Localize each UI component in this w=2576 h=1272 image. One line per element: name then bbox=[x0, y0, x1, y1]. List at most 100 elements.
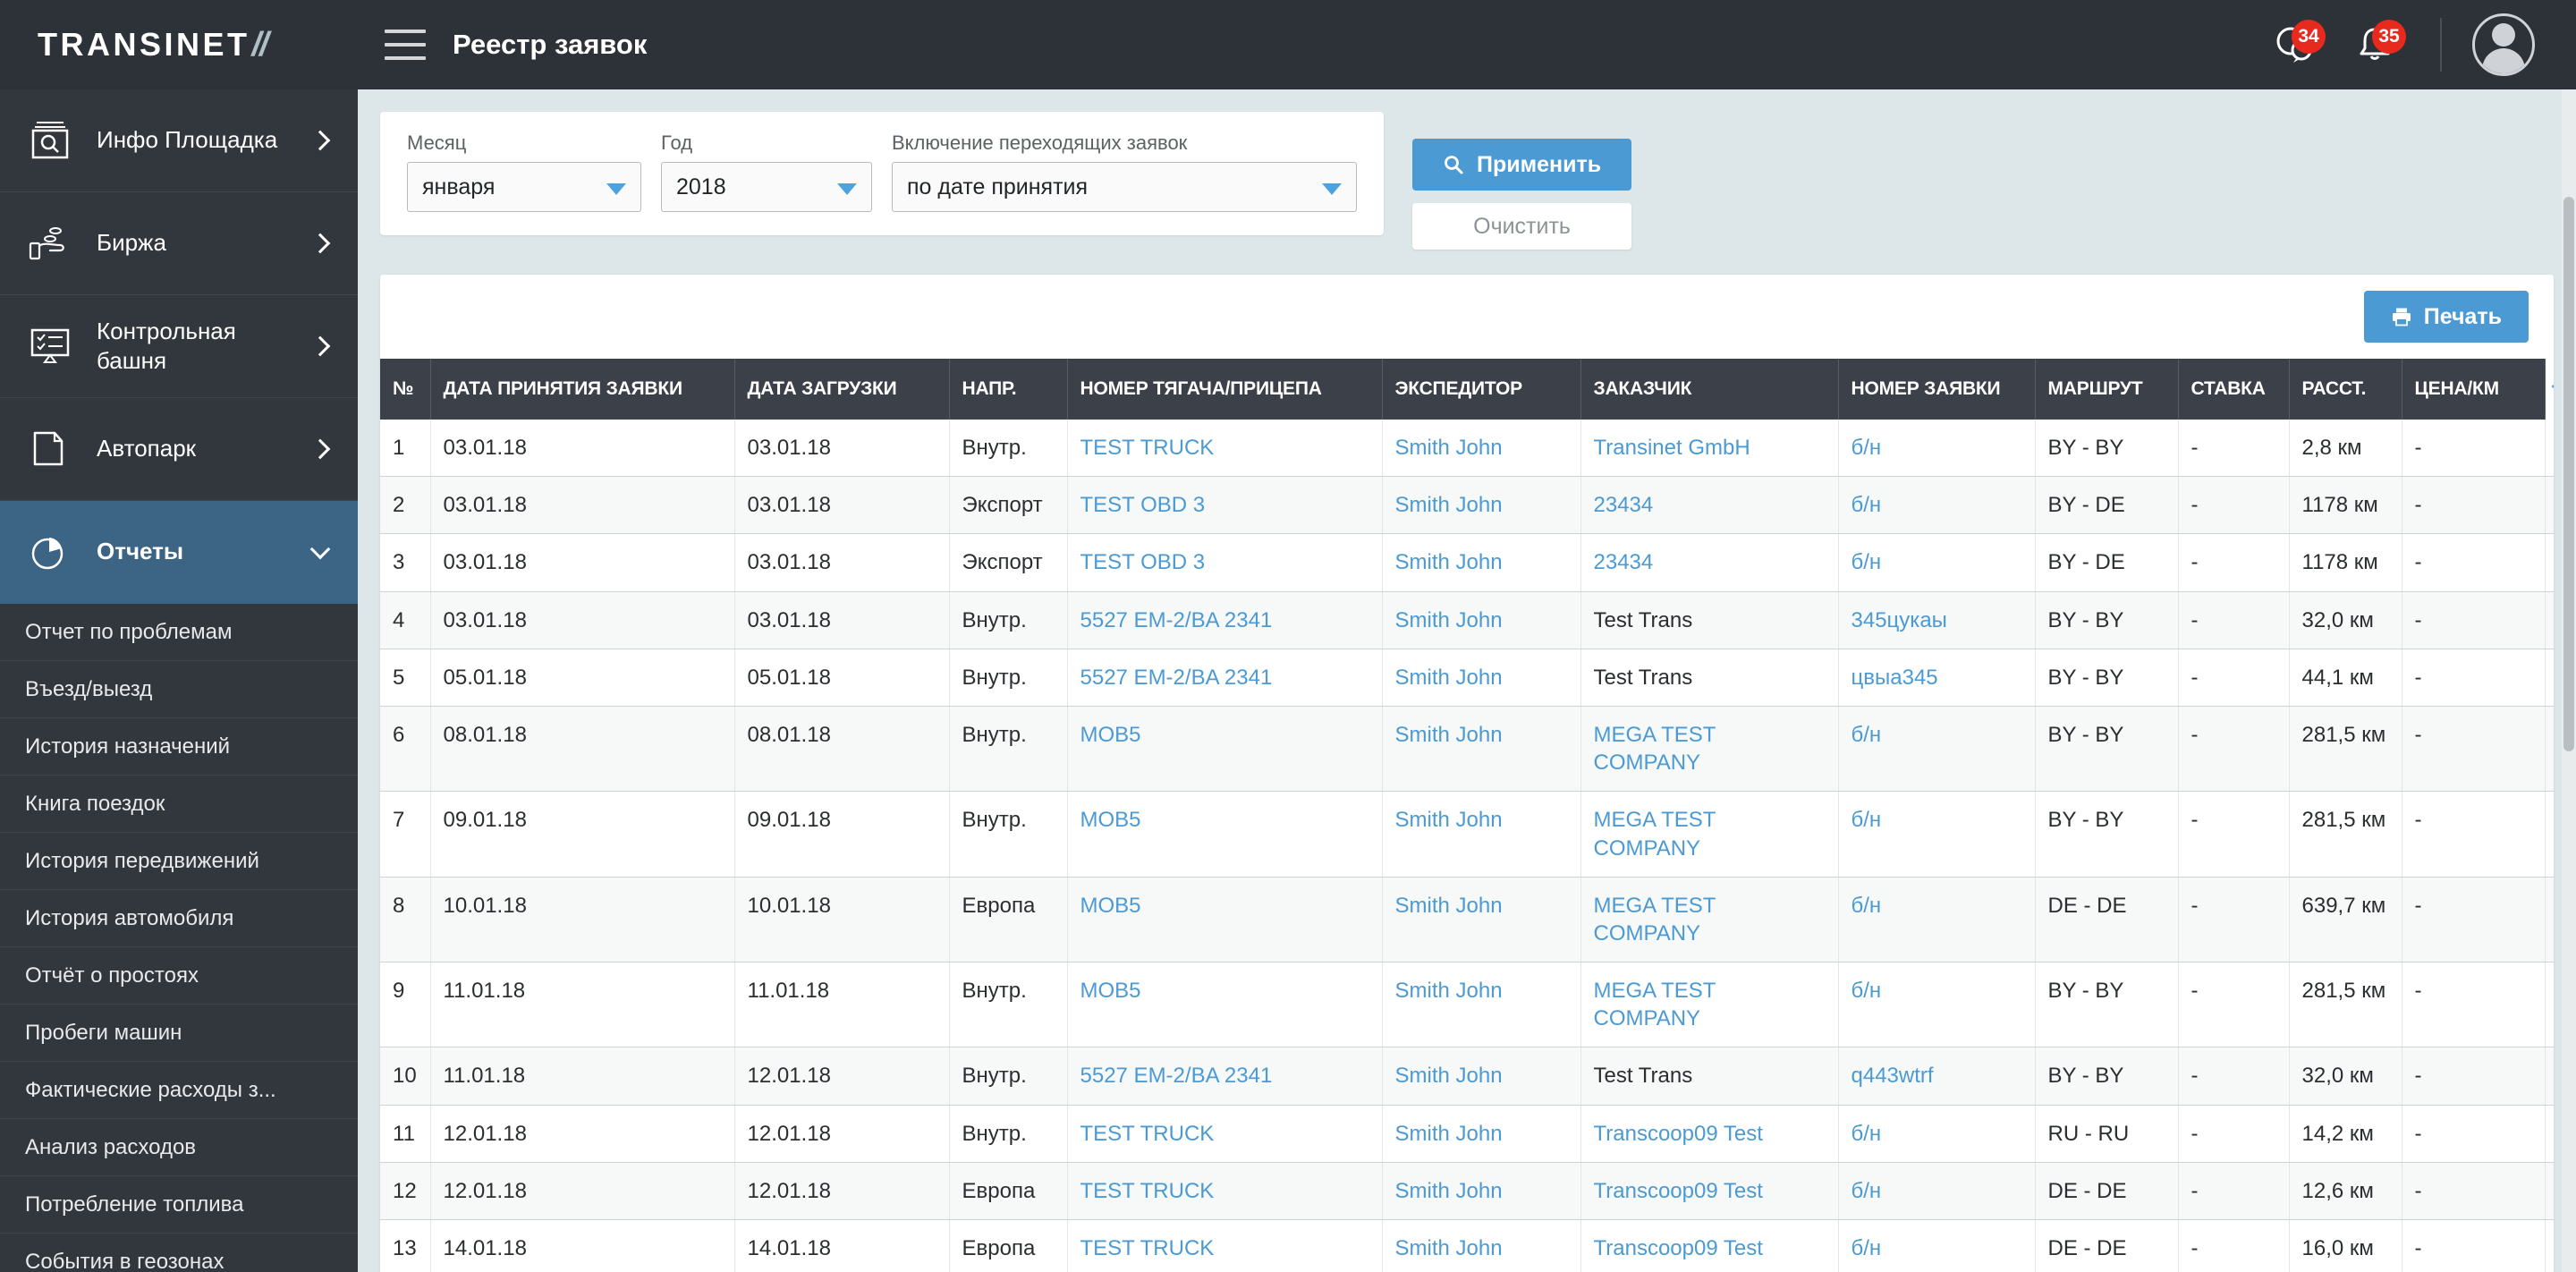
sidebar-subitem-analiz-rashodov[interactable]: Анализ расходов bbox=[0, 1119, 358, 1176]
cell-truck-number-link[interactable]: TEST TRUCK bbox=[1080, 436, 1215, 460]
cell-expeditor[interactable]: Smith John bbox=[1382, 706, 1581, 793]
cell-truck-number[interactable]: MOB5 bbox=[1067, 706, 1383, 793]
cell-expeditor-link[interactable]: Smith John bbox=[1395, 436, 1503, 460]
cell-order-number[interactable]: б/н bbox=[1838, 533, 2036, 592]
column-header-accepted[interactable]: Дата принятия заявки bbox=[430, 359, 735, 420]
cell-order-number[interactable]: б/н bbox=[1838, 706, 2036, 793]
cell-customer[interactable]: Transcoop09 Test bbox=[1580, 1219, 1839, 1272]
cell-truck-number-link[interactable]: TEST TRUCK bbox=[1080, 1179, 1215, 1203]
sidebar-item-avtopark[interactable]: Автопарк bbox=[0, 398, 358, 501]
cell-order-number-link[interactable]: б/н bbox=[1852, 808, 1882, 832]
cell-order-number[interactable]: б/н bbox=[1838, 1105, 2036, 1163]
table-row[interactable]: 13 14.01.18 14.01.18 Европа TEST TRUCK Smith … bbox=[380, 1219, 2554, 1272]
cell-order-number-link[interactable]: б/н bbox=[1852, 1122, 1882, 1146]
table-row[interactable]: 5 05.01.18 05.01.18 Внутр. 5527 EM-2/BA 2341… bbox=[380, 649, 2554, 707]
cell-customer[interactable]: 23434 bbox=[1580, 533, 1839, 592]
table-row[interactable]: 12 12.01.18 12.01.18 Европа TEST TRUCK Smith … bbox=[380, 1162, 2554, 1221]
cell-order-number-link[interactable]: б/н bbox=[1852, 550, 1882, 574]
page-scrollbar[interactable] bbox=[2562, 89, 2576, 1272]
sidebar-subitem-otchet-o-prostoyah[interactable]: Отчёт о простоях bbox=[0, 947, 358, 1005]
cell-order-number-link[interactable]: б/н bbox=[1852, 493, 1882, 517]
cell-expeditor-link[interactable]: Smith John bbox=[1395, 1064, 1503, 1088]
hamburger-icon[interactable] bbox=[385, 30, 426, 60]
cell-customer-link[interactable]: Transcoop09 Test bbox=[1594, 1122, 1763, 1146]
cell-truck-number-link[interactable]: 5527 EM-2/BA 2341 bbox=[1080, 1064, 1273, 1088]
cell-order-number-link[interactable]: q443wtrf bbox=[1852, 1064, 1934, 1088]
year-select[interactable]: 2018 bbox=[661, 162, 872, 212]
cell-truck-number-link[interactable]: MOB5 bbox=[1080, 723, 1141, 747]
cell-expeditor[interactable]: Smith John bbox=[1382, 1162, 1581, 1221]
cell-order-number[interactable]: 345цукаы bbox=[1838, 591, 2036, 649]
cell-order-number-link[interactable]: б/н bbox=[1852, 723, 1882, 747]
cell-truck-number-link[interactable]: TEST OBD 3 bbox=[1080, 493, 1206, 517]
cell-customer-link[interactable]: Transinet GmbH bbox=[1594, 436, 1750, 460]
cell-expeditor-link[interactable]: Smith John bbox=[1395, 979, 1503, 1003]
cell-customer[interactable]: MEGA TEST COMPANY bbox=[1580, 791, 1839, 878]
cell-truck-number[interactable]: 5527 EM-2/BA 2341 bbox=[1067, 649, 1383, 707]
column-header-truck[interactable]: Номер тягача/прицепа bbox=[1067, 359, 1383, 420]
cell-truck-number-link[interactable]: TEST TRUCK bbox=[1080, 1236, 1215, 1260]
cell-truck-number[interactable]: MOB5 bbox=[1067, 791, 1383, 878]
column-header-expeditor[interactable]: Экспедитор bbox=[1382, 359, 1581, 420]
cell-order-number-link[interactable]: б/н bbox=[1852, 894, 1882, 918]
table-row[interactable]: 4 03.01.18 03.01.18 Внутр. 5527 EM-2/BA 2341… bbox=[380, 591, 2554, 649]
sidebar-subitem-otchet-po-problemam[interactable]: Отчет по проблемам bbox=[0, 604, 358, 661]
page-scrollbar-thumb[interactable] bbox=[2563, 197, 2574, 751]
cell-expeditor[interactable]: Smith John bbox=[1382, 877, 1581, 963]
sidebar-item-otchety[interactable]: Отчеты bbox=[0, 501, 358, 604]
cell-expeditor[interactable]: Smith John bbox=[1382, 476, 1581, 535]
transition-select[interactable]: по дате принятия bbox=[892, 162, 1357, 212]
cell-expeditor[interactable]: Smith John bbox=[1382, 1105, 1581, 1163]
cell-customer-link[interactable]: 23434 bbox=[1594, 493, 1654, 517]
cell-order-number[interactable]: цвыа345 bbox=[1838, 649, 2036, 707]
cell-customer-link[interactable]: Transcoop09 Test bbox=[1594, 1236, 1763, 1260]
cell-truck-number[interactable]: TEST TRUCK bbox=[1067, 1162, 1383, 1221]
sidebar-item-birzha[interactable]: Биржа bbox=[0, 192, 358, 295]
avatar[interactable] bbox=[2472, 13, 2535, 76]
cell-expeditor-link[interactable]: Smith John bbox=[1395, 894, 1503, 918]
cell-truck-number[interactable]: TEST TRUCK bbox=[1067, 1219, 1383, 1272]
cell-expeditor-link[interactable]: Smith John bbox=[1395, 1179, 1503, 1203]
column-header-loading[interactable]: Дата загрузки bbox=[734, 359, 950, 420]
table-row[interactable]: 9 11.01.18 11.01.18 Внутр. MOB5 Smith John MEG… bbox=[380, 962, 2554, 1048]
cell-truck-number-link[interactable]: 5527 EM-2/BA 2341 bbox=[1080, 608, 1273, 632]
cell-customer-link[interactable]: MEGA TEST COMPANY bbox=[1594, 979, 1716, 1030]
table-row[interactable]: 10 11.01.18 12.01.18 Внутр. 5527 EM-2/BA 234… bbox=[380, 1047, 2554, 1106]
column-header-price[interactable]: Цена/км bbox=[2402, 359, 2546, 420]
cell-customer[interactable]: MEGA TEST COMPANY bbox=[1580, 706, 1839, 793]
cell-customer-link[interactable]: MEGA TEST COMPANY bbox=[1594, 723, 1716, 775]
clear-button[interactable]: Очистить bbox=[1412, 203, 1632, 250]
cell-expeditor[interactable]: Smith John bbox=[1382, 791, 1581, 878]
cell-expeditor[interactable]: Smith John bbox=[1382, 649, 1581, 707]
cell-order-number[interactable]: б/н bbox=[1838, 791, 2036, 878]
table-row[interactable]: 1 03.01.18 03.01.18 Внутр. TEST TRUCK Smith J… bbox=[380, 420, 2554, 478]
sidebar-item-info-ploshchadka[interactable]: Инфо Площадка bbox=[0, 89, 358, 192]
table-row[interactable]: 3 03.01.18 03.01.18 Экспорт TEST OBD 3 Smith … bbox=[380, 533, 2554, 592]
cell-expeditor[interactable]: Smith John bbox=[1382, 1047, 1581, 1106]
cell-truck-number[interactable]: TEST OBD 3 bbox=[1067, 476, 1383, 535]
column-header-direction[interactable]: Напр. bbox=[949, 359, 1068, 420]
cell-expeditor[interactable]: Smith John bbox=[1382, 533, 1581, 592]
table-row[interactable]: 11 12.01.18 12.01.18 Внутр. TEST TRUCK Smith … bbox=[380, 1105, 2554, 1163]
cell-truck-number[interactable]: MOB5 bbox=[1067, 962, 1383, 1048]
cell-truck-number[interactable]: 5527 EM-2/BA 2341 bbox=[1067, 591, 1383, 649]
cell-expeditor[interactable]: Smith John bbox=[1382, 962, 1581, 1048]
table-row[interactable]: 8 10.01.18 10.01.18 Европа MOB5 Smith John MEG… bbox=[380, 877, 2554, 963]
cell-order-number[interactable]: б/н bbox=[1838, 420, 2036, 478]
column-header-distance[interactable]: Расст. bbox=[2289, 359, 2402, 420]
cell-expeditor[interactable]: Smith John bbox=[1382, 1219, 1581, 1272]
cell-truck-number-link[interactable]: 5527 EM-2/BA 2341 bbox=[1080, 666, 1273, 690]
cell-truck-number-link[interactable]: MOB5 bbox=[1080, 808, 1141, 832]
sidebar-subitem-istoriya-naznacheniy[interactable]: История назначений bbox=[0, 718, 358, 776]
sidebar-subitem-istoriya-peredvizheniy[interactable]: История передвижений bbox=[0, 833, 358, 890]
cell-expeditor[interactable]: Smith John bbox=[1382, 591, 1581, 649]
cell-customer[interactable]: MEGA TEST COMPANY bbox=[1580, 962, 1839, 1048]
cell-customer-link[interactable]: 23434 bbox=[1594, 550, 1654, 574]
cell-order-number[interactable]: q443wtrf bbox=[1838, 1047, 2036, 1106]
cell-expeditor-link[interactable]: Smith John bbox=[1395, 1236, 1503, 1260]
sidebar-subitem-vyezd-vyezd[interactable]: Въезд/выезд bbox=[0, 661, 358, 718]
cell-customer-link[interactable]: MEGA TEST COMPANY bbox=[1594, 808, 1716, 860]
cell-expeditor-link[interactable]: Smith John bbox=[1395, 608, 1503, 632]
cell-customer[interactable]: Transcoop09 Test bbox=[1580, 1105, 1839, 1163]
cell-order-number-link[interactable]: б/н bbox=[1852, 1179, 1882, 1203]
